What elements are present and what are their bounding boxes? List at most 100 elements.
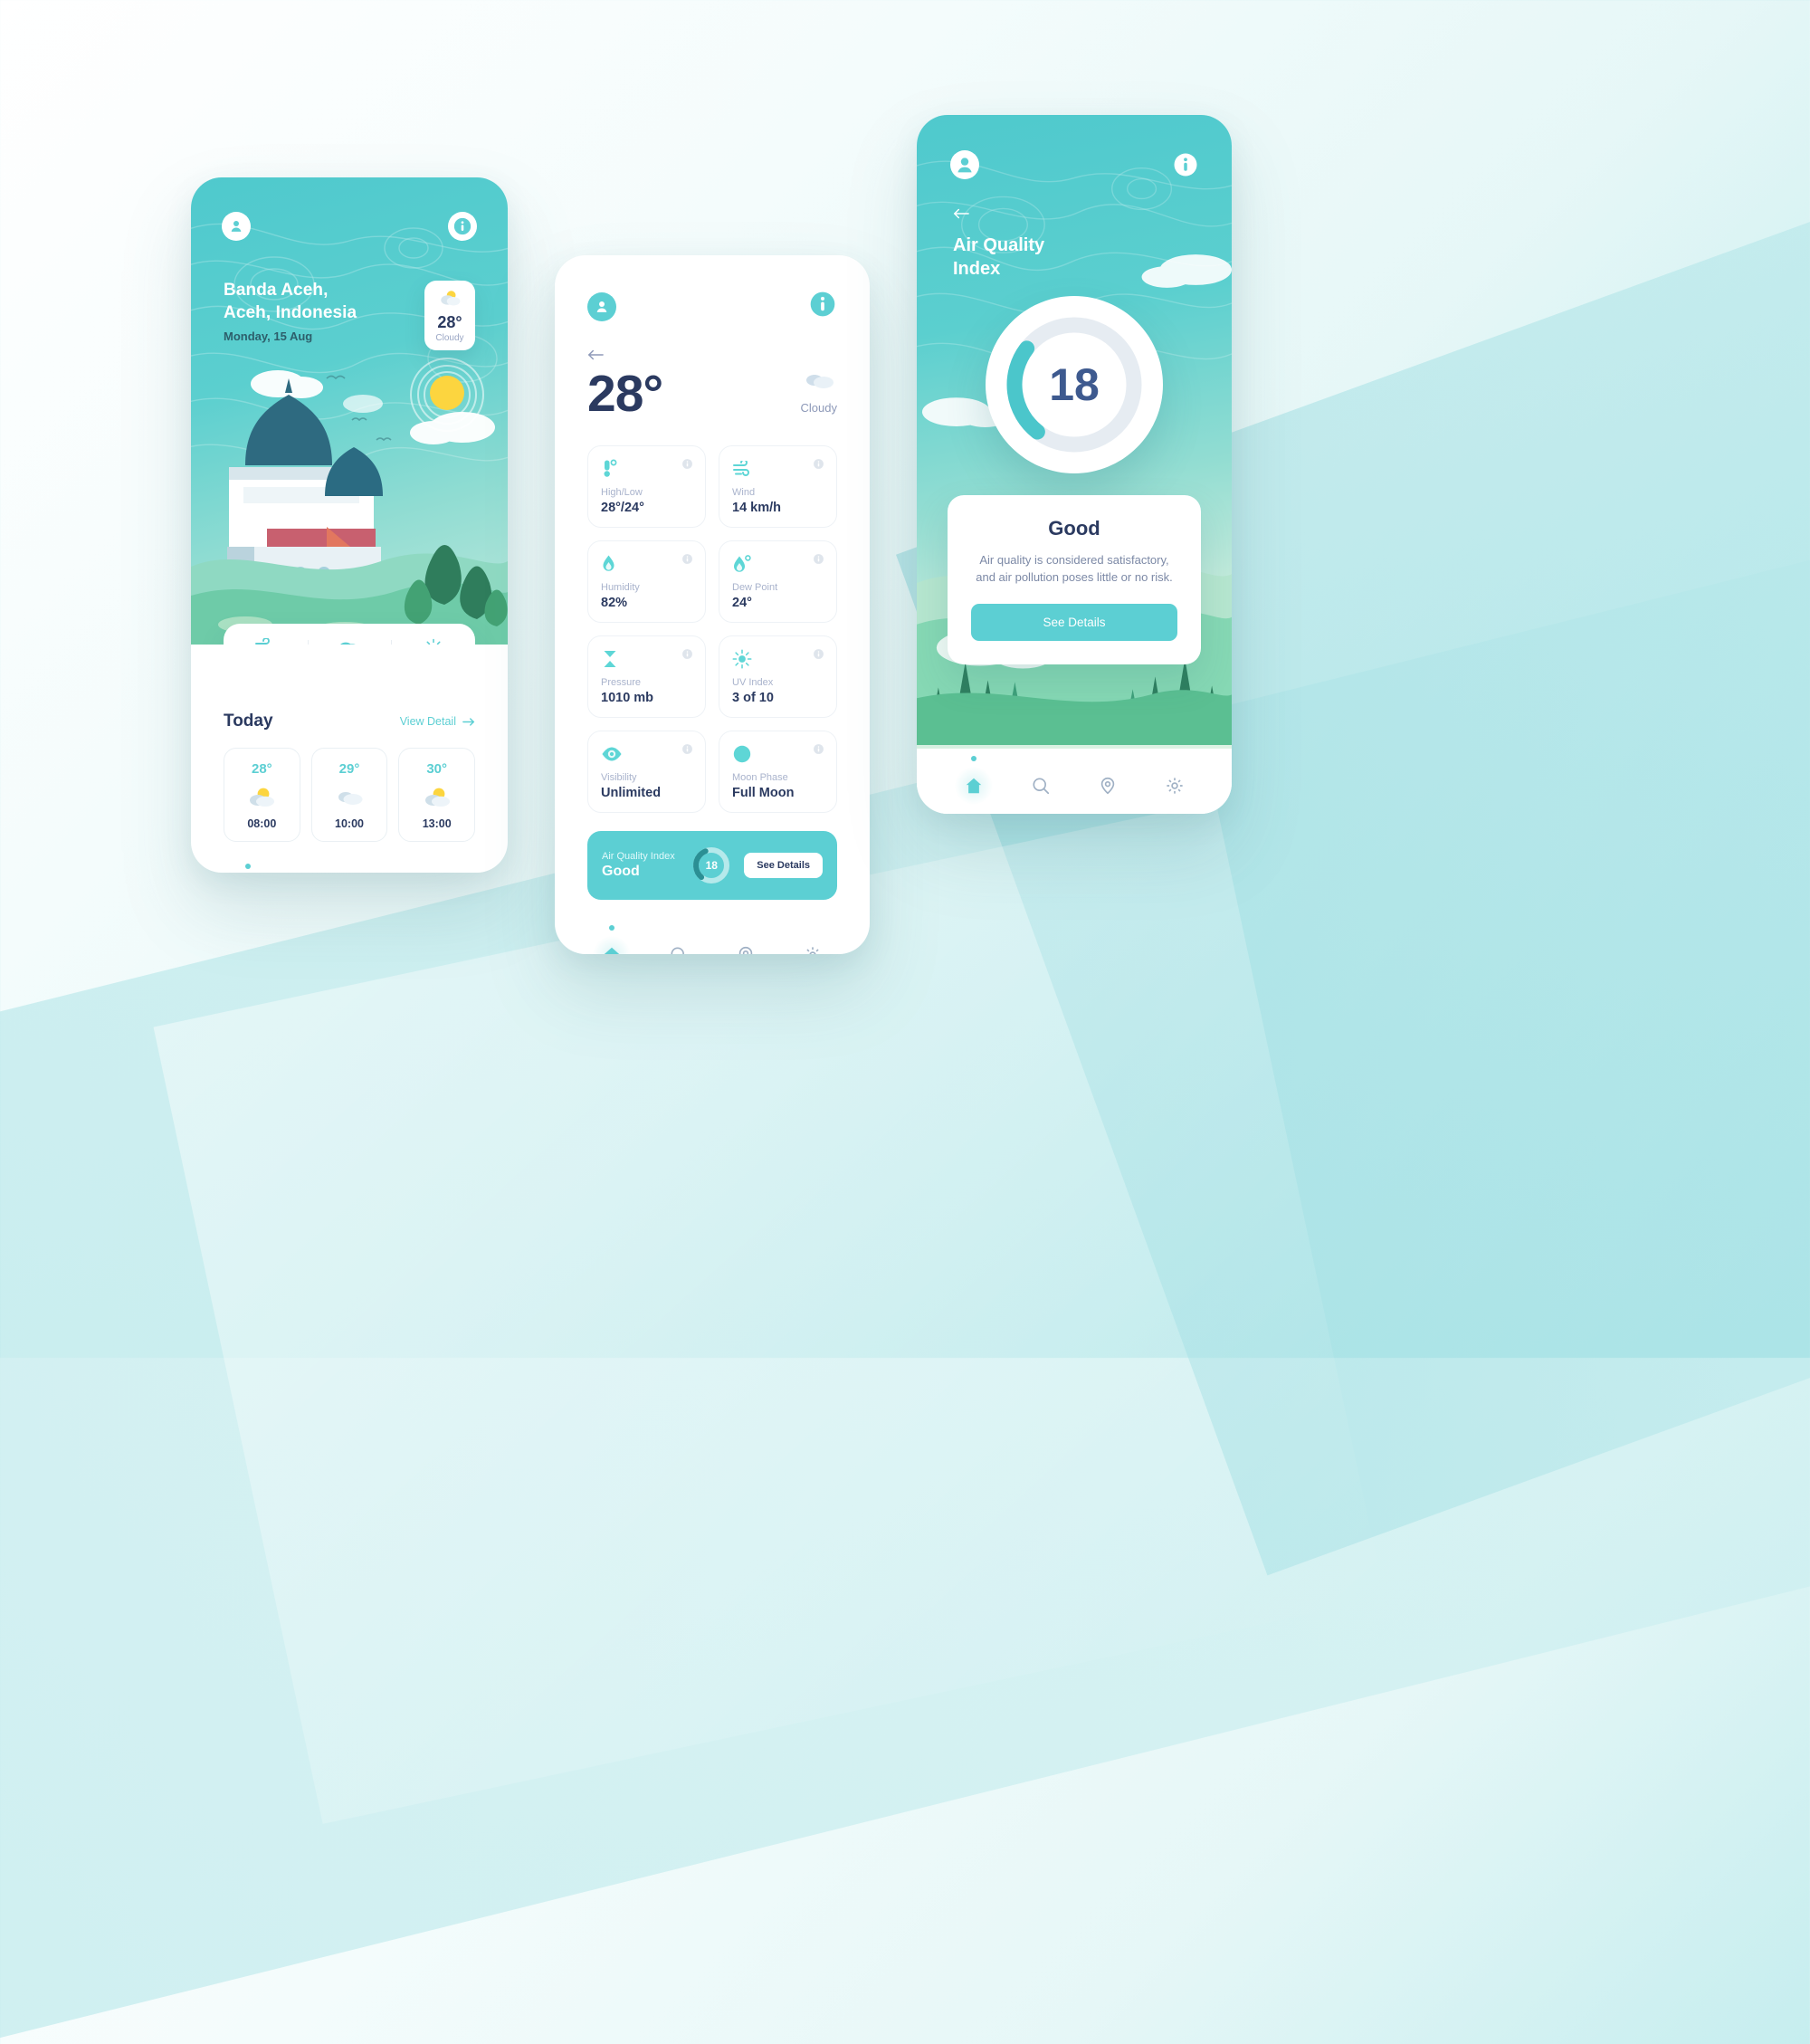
forecast-icon-wrap bbox=[224, 785, 300, 808]
aqi-gauge: 18 bbox=[986, 296, 1163, 473]
gear-icon bbox=[1167, 778, 1183, 794]
pressure-icon bbox=[601, 648, 692, 670]
aqi-banner[interactable]: Air Quality Index Good 18 See Details bbox=[587, 830, 837, 900]
aqi-banner-value: Good bbox=[602, 863, 640, 879]
info-icon[interactable] bbox=[813, 743, 824, 759]
aqi-status-title: Good bbox=[1048, 517, 1100, 540]
nav-home-button[interactable] bbox=[592, 924, 632, 954]
background-band-3 bbox=[153, 801, 1386, 1824]
metric-card-moon-phase[interactable]: Moon Phase Full Moon bbox=[719, 730, 837, 813]
info-icon[interactable] bbox=[813, 458, 824, 474]
forecast-temp: 30° bbox=[426, 761, 448, 777]
view-detail-link[interactable]: View Detail bbox=[400, 715, 475, 728]
cloud-icon bbox=[340, 642, 356, 645]
weather-detail-screen: 28° Cloudy High/Low 28°/24° Wind 14 km/h… bbox=[555, 255, 870, 954]
profile-avatar-button[interactable] bbox=[222, 212, 251, 241]
active-glow bbox=[954, 766, 994, 806]
nav-location-button[interactable] bbox=[1089, 767, 1127, 805]
info-icon[interactable] bbox=[681, 553, 693, 569]
metric-label: Dew Point bbox=[732, 581, 778, 593]
info-icon[interactable] bbox=[681, 743, 693, 759]
current-weather-badge[interactable]: 28° Cloudy bbox=[424, 281, 475, 350]
bottom-navigation bbox=[555, 923, 870, 954]
metric-card-high-low[interactable]: High/Low 28°/24° bbox=[587, 444, 706, 528]
nav-location-button[interactable] bbox=[727, 936, 765, 954]
person-icon bbox=[950, 150, 979, 179]
forecast-time: 10:00 bbox=[335, 817, 364, 830]
person-icon bbox=[231, 221, 242, 232]
badge-condition: Cloudy bbox=[435, 333, 464, 343]
aqi-header: Air Quality Index bbox=[953, 207, 1044, 281]
forecast-icon-wrap bbox=[312, 785, 387, 808]
metric-label: Pressure bbox=[601, 676, 642, 688]
aqi-see-details-button[interactable]: See Details bbox=[744, 852, 823, 878]
current-date: Monday, 15 Aug bbox=[224, 330, 313, 344]
info-icon[interactable] bbox=[813, 648, 824, 664]
dewpoint-icon bbox=[732, 553, 824, 575]
stat-wind[interactable]: 10 km/h bbox=[224, 637, 308, 645]
forecast-temp: 29° bbox=[338, 761, 360, 777]
detail-condition-label: Cloudy bbox=[800, 400, 837, 415]
metric-card-visibility[interactable]: Visibility Unlimited bbox=[587, 730, 706, 813]
profile-avatar-button[interactable] bbox=[587, 291, 616, 321]
aqi-banner-label: Air Quality Index bbox=[602, 850, 675, 862]
aqi-gauge-value: 18 bbox=[1049, 359, 1100, 410]
info-icon[interactable] bbox=[681, 458, 693, 474]
location-pin-icon bbox=[1100, 777, 1115, 795]
back-button[interactable] bbox=[953, 207, 1044, 224]
metric-card-pressure[interactable]: Pressure 1010 mb bbox=[587, 635, 706, 718]
sun-cloud-icon bbox=[424, 788, 450, 807]
bottom-navigation bbox=[191, 862, 508, 873]
info-button[interactable] bbox=[808, 290, 837, 323]
profile-avatar-button[interactable] bbox=[949, 149, 980, 185]
back-button[interactable] bbox=[555, 323, 870, 366]
forecast-card[interactable]: 29° 10:00 bbox=[310, 748, 388, 842]
forecast-card[interactable]: 28° 08:00 bbox=[224, 748, 300, 842]
location-pin-icon bbox=[738, 946, 753, 954]
moon-icon bbox=[732, 743, 824, 765]
home-hero: Banda Aceh, Aceh, Indonesia Monday, 15 A… bbox=[191, 177, 508, 645]
info-button[interactable] bbox=[448, 212, 477, 241]
info-icon[interactable] bbox=[813, 553, 824, 569]
cloud-icon bbox=[338, 792, 363, 805]
metric-label: Moon Phase bbox=[732, 771, 788, 783]
forecast-time: 13:00 bbox=[422, 817, 452, 830]
forecast-card[interactable]: 30° 13:00 bbox=[398, 748, 476, 842]
info-icon bbox=[453, 217, 472, 235]
metric-value: 3 of 10 bbox=[732, 690, 774, 705]
metric-label: Visibility bbox=[601, 771, 637, 783]
nav-settings-button[interactable] bbox=[794, 936, 832, 954]
search-icon bbox=[671, 947, 684, 954]
weather-illustration bbox=[191, 358, 508, 645]
home-screen: Banda Aceh, Aceh, Indonesia Monday, 15 A… bbox=[191, 177, 508, 873]
aqi-mini-value: 18 bbox=[705, 858, 718, 872]
nav-search-button[interactable] bbox=[1022, 767, 1060, 805]
city-line-2: Aceh, Indonesia bbox=[224, 303, 357, 323]
metric-card-humidity[interactable]: Humidity 82% bbox=[587, 540, 706, 623]
metric-card-uv-index[interactable]: UV Index 3 of 10 bbox=[719, 635, 837, 718]
bottom-navigation bbox=[917, 749, 1232, 814]
info-button[interactable] bbox=[1172, 151, 1199, 183]
see-details-button[interactable]: See Details bbox=[971, 604, 1177, 642]
info-icon[interactable] bbox=[681, 648, 693, 664]
forecast-icon-wrap bbox=[399, 785, 474, 808]
metric-value: 1010 mb bbox=[601, 690, 654, 705]
droplet-icon bbox=[601, 553, 692, 575]
stat-cloud[interactable]: 83 % bbox=[307, 638, 392, 645]
aqi-hero: Air Quality Index 18 Good Air quality is… bbox=[917, 115, 1232, 749]
sun-icon bbox=[426, 638, 441, 645]
nav-settings-button[interactable] bbox=[1156, 767, 1194, 805]
metric-label: High/Low bbox=[601, 486, 643, 498]
aqi-title-line-2: Index bbox=[953, 259, 1001, 279]
metric-card-dew-point[interactable]: Dew Point 24° bbox=[719, 540, 837, 623]
metric-card-wind[interactable]: Wind 14 km/h bbox=[719, 444, 837, 528]
home-stats-card: 10 km/h 83 % 3 of 10 bbox=[224, 624, 475, 645]
nav-home-button[interactable] bbox=[954, 756, 994, 806]
aqi-mini-gauge: 18 bbox=[691, 845, 731, 885]
detail-topbar bbox=[555, 255, 870, 323]
nav-search-button[interactable] bbox=[660, 936, 698, 954]
cloud-icon bbox=[805, 374, 834, 388]
back-arrow-icon bbox=[587, 349, 604, 360]
stat-uv[interactable]: 3 of 10 bbox=[391, 638, 475, 645]
metric-value: Unlimited bbox=[601, 785, 662, 800]
